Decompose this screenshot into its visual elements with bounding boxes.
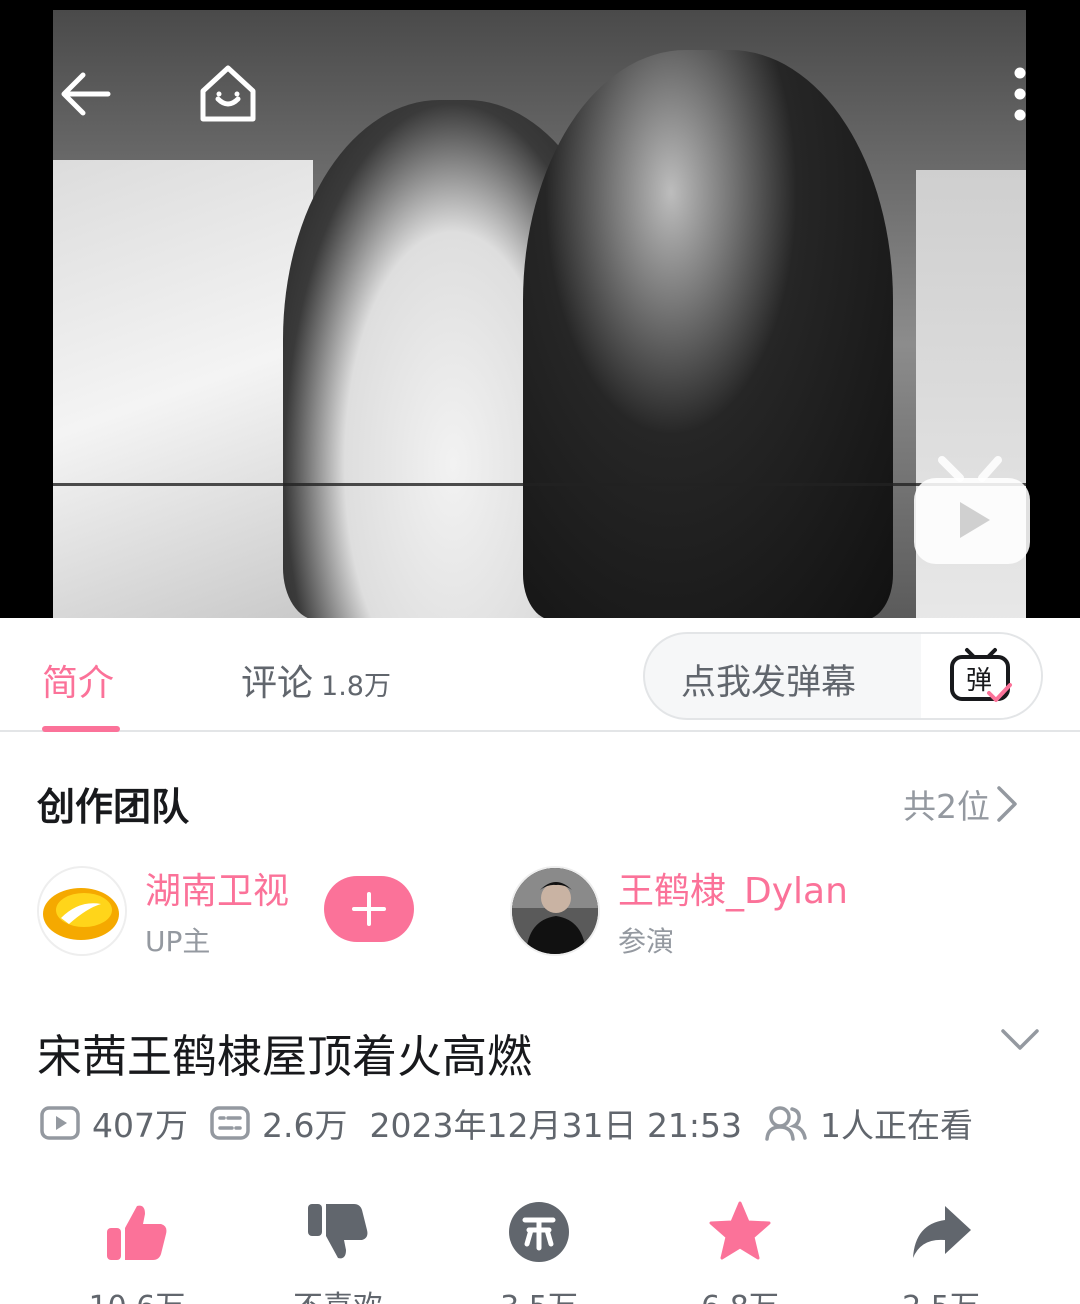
- play-count: 407万: [40, 1099, 188, 1147]
- star-icon: [709, 1201, 771, 1260]
- like-button[interactable]: 10.6万: [72, 1200, 202, 1304]
- danmaku-count-icon: [210, 1106, 250, 1140]
- play-count-icon: [40, 1106, 80, 1140]
- favorite-count: 6.8万: [701, 1282, 779, 1304]
- dislike-label: 不喜欢: [293, 1282, 383, 1304]
- video-stats: 407万 2.6万 2023年12月31日 21:53 1人正在看: [40, 1100, 995, 1146]
- danmaku-placeholder: 点我发弹幕: [681, 663, 857, 703]
- team-section-title: 创作团队: [37, 785, 190, 829]
- bilibili-tv-icon[interactable]: [912, 456, 1032, 566]
- danmaku-count: 2.6万: [210, 1099, 347, 1147]
- danmaku-count-value: 2.6万: [262, 1106, 348, 1145]
- danmaku-input[interactable]: 点我发弹幕 弹: [643, 632, 1043, 720]
- coin-icon: [509, 1202, 569, 1262]
- team-member-uploader[interactable]: 湖南卫视 UP主: [37, 862, 289, 960]
- member-name[interactable]: 王鹤棣_Dylan: [618, 862, 848, 914]
- thumbs-down-icon: [308, 1204, 368, 1259]
- play-count-value: 407万: [92, 1106, 188, 1145]
- coin-button[interactable]: 3.5万: [474, 1200, 604, 1304]
- tab-intro[interactable]: 简介: [42, 654, 114, 706]
- expand-description-button[interactable]: [1000, 1028, 1040, 1056]
- member-name[interactable]: 湖南卫视: [145, 862, 289, 914]
- dislike-button[interactable]: 不喜欢: [273, 1200, 403, 1304]
- share-count: 2.5万: [902, 1282, 980, 1304]
- watching-count-value: 1人正在看: [820, 1106, 974, 1145]
- team-count-link[interactable]: 共2位: [903, 780, 1018, 828]
- tab-comments-count: 1.8万: [321, 671, 391, 702]
- favorite-button[interactable]: 6.8万: [675, 1200, 805, 1304]
- follow-button[interactable]: [324, 876, 414, 942]
- thumbs-up-icon: [107, 1205, 167, 1260]
- coin-count: 3.5万: [500, 1282, 578, 1304]
- viewers-icon: [765, 1106, 807, 1141]
- tab-active-indicator: [42, 726, 120, 732]
- share-arrow-icon: [913, 1206, 971, 1258]
- danmaku-toggle-button[interactable]: 弹: [921, 634, 1041, 718]
- plus-icon: [352, 892, 386, 926]
- tab-comments-label: 评论: [241, 663, 314, 704]
- chevron-down-icon: [1001, 1029, 1039, 1050]
- video-background-left: [53, 160, 313, 618]
- member-role: 参演: [618, 925, 675, 958]
- team-count-label: 共2位: [903, 787, 990, 826]
- more-vertical-icon[interactable]: [1008, 64, 1032, 124]
- like-count: 10.6万: [89, 1282, 186, 1304]
- video-figure-man: [523, 50, 893, 618]
- danmaku-toggle-icon: 弹: [950, 648, 1012, 702]
- video-player[interactable]: [0, 0, 1080, 618]
- video-horizon-line: [53, 483, 1026, 486]
- avatar[interactable]: [37, 866, 127, 956]
- tab-bar: 简介 评论 1.8万 点我发弹幕 弹: [0, 618, 1080, 732]
- member-role: UP主: [145, 925, 211, 958]
- tab-comments[interactable]: 评论 1.8万: [241, 654, 391, 706]
- action-bar: 10.6万 不喜欢 3.5万 6.8万 2.5万: [0, 1200, 1080, 1304]
- publish-datetime: 2023年12月31日 21:53: [369, 1099, 742, 1147]
- chevron-right-icon: [997, 786, 1017, 822]
- avatar[interactable]: [510, 866, 600, 956]
- team-member-cast[interactable]: 王鹤棣_Dylan 参演: [510, 862, 848, 960]
- watching-count: 1人正在看: [764, 1099, 973, 1147]
- share-button[interactable]: 2.5万: [876, 1200, 1006, 1304]
- publish-datetime-value: 2023年12月31日 21:53: [369, 1106, 743, 1145]
- arrow-left-icon[interactable]: [58, 66, 112, 122]
- home-icon[interactable]: [196, 62, 260, 126]
- video-title: 宋茜王鹤棣屋顶着火高燃: [37, 1030, 533, 1083]
